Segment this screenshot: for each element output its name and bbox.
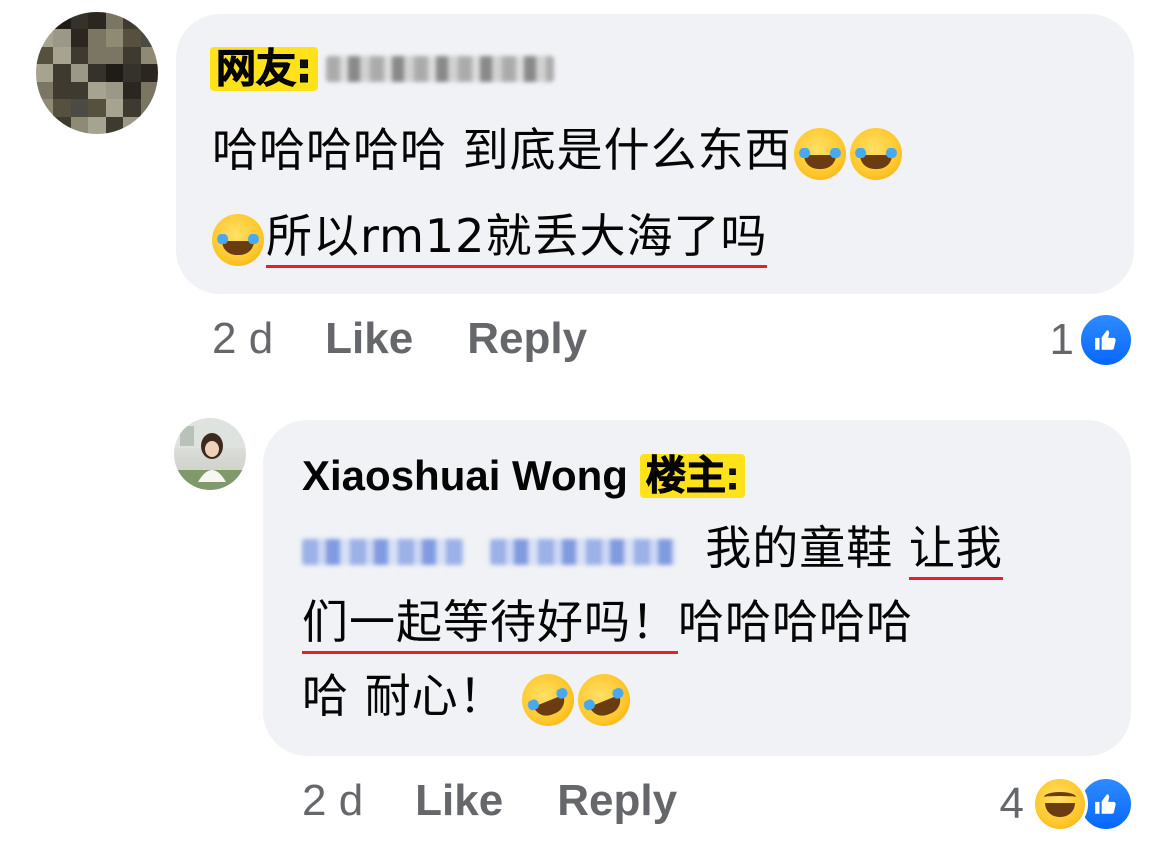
avatar-mosaic-tile (53, 29, 71, 47)
rolling-on-floor-laughing-emoji-icon (569, 665, 638, 734)
avatar-mosaic-tile (70, 99, 89, 117)
comment-text-line: 哈哈哈哈哈 到底是什么东西 (212, 118, 904, 182)
avatar-mosaic-tile (88, 116, 106, 134)
avatar-mosaic-tile (88, 29, 106, 47)
avatar-mosaic-tile (70, 29, 89, 47)
comment-text-line: 们一起等待好吗！哈哈哈哈哈 (302, 590, 913, 654)
comment-timestamp[interactable]: 2 d (212, 314, 273, 364)
avatar-mosaic-tile (53, 46, 71, 65)
underlined-text: 们一起等待好吗！ (302, 595, 678, 654)
comment-author: Xiaoshuai Wong 楼主: (302, 448, 746, 504)
avatar-mosaic-tile (53, 81, 71, 100)
avatar-mosaic-tile (105, 99, 124, 117)
avatar-mosaic-tile (36, 12, 54, 30)
mentioned-user-tag[interactable] (302, 538, 464, 565)
commenter-tag: 网友: (210, 47, 318, 92)
author-tag: 楼主: (639, 454, 746, 499)
avatar-mosaic-tile (53, 12, 71, 30)
comment-text-line: 哈 耐心！ (302, 664, 638, 734)
avatar-mosaic-tile (36, 29, 54, 47)
comment-thread: 网友: 哈哈哈哈哈 到底是什么东西 所以rm12就丢大海了吗 2 d Like … (0, 0, 1170, 844)
avatar[interactable] (174, 418, 246, 490)
rolling-on-floor-laughing-emoji-icon (513, 665, 582, 734)
comment-actions: 2 d Like Reply (302, 776, 731, 826)
reaction-count: 1 (1049, 315, 1074, 364)
avatar-mosaic-tile (105, 81, 124, 100)
avatar-mosaic-tile (123, 64, 141, 82)
avatar-mosaic-tile (140, 64, 158, 82)
avatar-mosaic-tile (70, 12, 89, 30)
avatar-mosaic-tile (36, 116, 54, 134)
comment-text-line: 所以rm12就丢大海了吗 (210, 204, 768, 268)
avatar-mosaic-tile (88, 64, 106, 82)
avatar-mosaic-tile (123, 29, 141, 47)
avatar-mosaic-tile (70, 81, 89, 100)
tears-of-joy-emoji-icon (793, 127, 846, 180)
avatar-mosaic-tile (88, 46, 106, 65)
avatar-mosaic-tile (140, 81, 158, 100)
reaction-summary[interactable]: 4 (1000, 776, 1134, 832)
avatar-mosaic-tile (105, 64, 124, 82)
avatar-mosaic-tile (88, 12, 106, 30)
avatar-mosaic-tile (140, 12, 158, 30)
avatar-mosaic-tile (70, 64, 89, 82)
avatar-mosaic-tile (70, 116, 89, 134)
comment-timestamp[interactable]: 2 d (302, 776, 363, 826)
underlined-text: 所以rm12就丢大海了吗 (266, 209, 768, 268)
reply-button[interactable]: Reply (467, 314, 587, 364)
avatar-mosaic-tile (140, 99, 158, 117)
avatar-mosaic-tile (140, 29, 158, 47)
like-button[interactable]: Like (415, 776, 503, 826)
avatar-mosaic-tile (88, 81, 106, 100)
avatar-mosaic-tile (105, 46, 124, 65)
avatar-mosaic-tile (36, 64, 54, 82)
reaction-summary[interactable]: 1 (1050, 312, 1134, 368)
avatar-mosaic-tile (36, 46, 54, 65)
blurred-commenter-name[interactable] (326, 56, 554, 82)
comment-header: 网友: (210, 44, 554, 94)
tears-of-joy-emoji-icon (212, 213, 264, 266)
author-name[interactable]: Xiaoshuai Wong (302, 448, 628, 504)
avatar-mosaic-tile (53, 116, 71, 134)
tears-of-joy-emoji-icon (849, 127, 902, 180)
mentioned-user-tag[interactable] (489, 538, 676, 565)
avatar-mosaic-tile (123, 46, 141, 65)
comment-actions: 2 d Like Reply (212, 314, 641, 364)
avatar-mosaic-tile (140, 46, 158, 65)
avatar-mosaic-tile (123, 81, 141, 100)
avatar-mosaic-tile (70, 46, 89, 65)
avatar-mosaic-tile (105, 116, 124, 134)
underlined-text: 让我 (908, 521, 1003, 580)
avatar-mosaic-tile (88, 99, 106, 117)
like-icon (1078, 312, 1134, 368)
avatar-mosaic-tile (123, 99, 141, 117)
haha-icon (1032, 776, 1088, 832)
like-button[interactable]: Like (325, 314, 413, 364)
avatar-mosaic-tile (123, 12, 141, 30)
avatar-mosaic-tile (105, 12, 124, 30)
avatar-mosaic-tile (123, 116, 141, 134)
avatar-mosaic-tile (53, 64, 71, 82)
reply-button[interactable]: Reply (557, 776, 677, 826)
comment-text-line: 我的童鞋 让我 (302, 516, 1003, 580)
avatar-mosaic-tile (140, 116, 158, 134)
avatar[interactable] (36, 12, 158, 134)
reaction-count: 4 (999, 779, 1024, 828)
avatar-mosaic-tile (36, 81, 54, 100)
avatar-mosaic-tile (105, 29, 124, 47)
avatar-mosaic-tile (53, 99, 71, 117)
avatar-mosaic-tile (36, 99, 54, 117)
